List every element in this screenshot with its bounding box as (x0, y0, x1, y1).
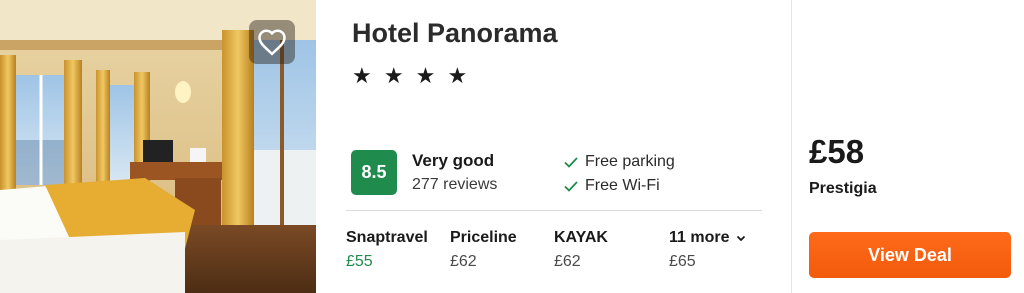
more-deals-toggle[interactable]: 11 more (669, 229, 747, 247)
amenity-label: Free parking (585, 153, 675, 170)
amenity-free-parking: Free parking (562, 153, 675, 171)
review-count[interactable]: 277 reviews (412, 176, 497, 194)
deal-provider: Priceline (450, 229, 517, 246)
deal-price: £55 (346, 253, 373, 270)
chevron-down-icon (737, 235, 746, 242)
more-deals-dropdown[interactable]: 11 more £65 (669, 229, 747, 271)
check-icon (564, 181, 578, 192)
deal-price: £62 (554, 253, 581, 270)
hotel-card: Hotel Panorama ★ ★ ★ ★ 8.5 Very good 277… (0, 0, 1024, 293)
star-rating: ★ ★ ★ ★ (352, 63, 471, 88)
deal-provider: KAYAK (554, 229, 608, 246)
deal-priceline[interactable]: Priceline £62 (450, 229, 517, 271)
amenity-label: Free Wi-Fi (585, 177, 660, 194)
favorite-button[interactable] (249, 20, 295, 64)
heart-icon (258, 29, 286, 56)
view-deal-button[interactable]: View Deal (809, 232, 1011, 278)
deal-snaptravel[interactable]: Snaptravel £55 (346, 229, 428, 271)
deal-provider: Snaptravel (346, 229, 428, 246)
more-deals-price: £65 (669, 253, 696, 270)
check-icon (564, 157, 578, 168)
hotel-name[interactable]: Hotel Panorama (352, 18, 558, 49)
deal-price: £62 (450, 253, 477, 270)
divider (346, 210, 762, 211)
column-divider (791, 0, 792, 293)
best-price-provider: Prestigia (809, 180, 877, 197)
more-deals-label: 11 more (669, 229, 730, 246)
rating-score-badge: 8.5 (351, 150, 397, 195)
rating-label: Very good (412, 151, 495, 170)
best-price: £58 (809, 133, 865, 170)
amenity-free-wifi: Free Wi-Fi (562, 177, 660, 195)
hotel-photo[interactable] (0, 0, 316, 293)
deal-kayak[interactable]: KAYAK £62 (554, 229, 608, 271)
